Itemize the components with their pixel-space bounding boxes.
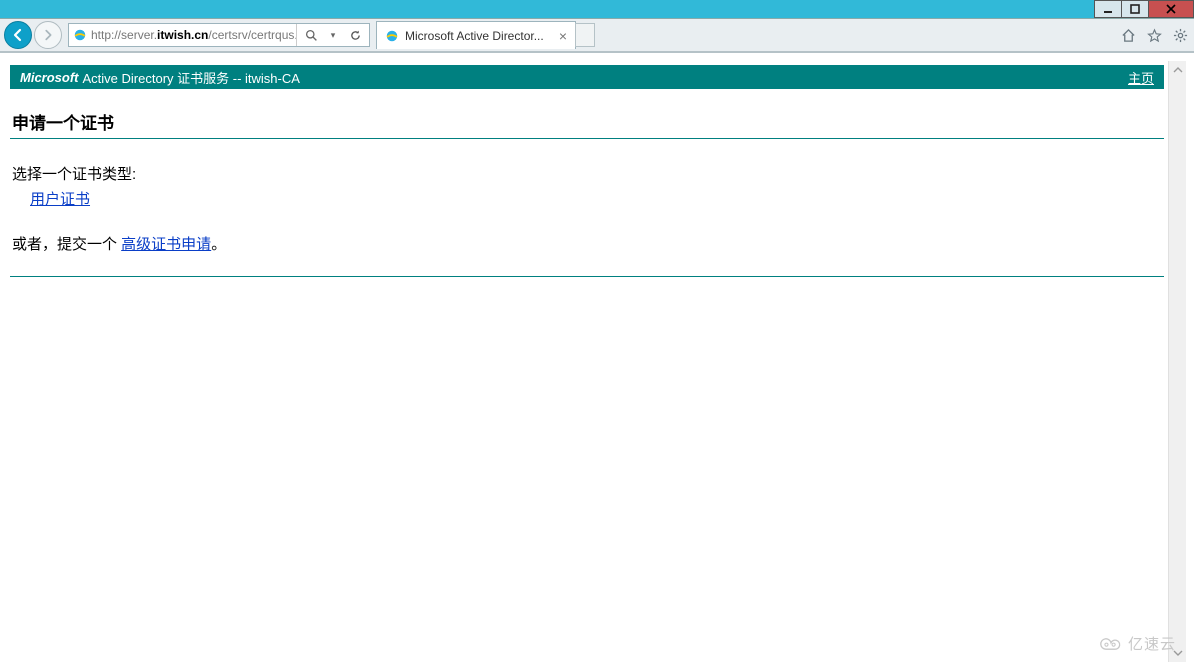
tab-close-icon[interactable]: × <box>559 28 567 44</box>
page-title: 申请一个证书 <box>10 109 1164 139</box>
cert-type-section: 选择一个证书类型: 用户证书 <box>10 163 1164 209</box>
site-icon <box>73 28 87 42</box>
settings-icon[interactable] <box>1172 27 1188 43</box>
refresh-icon[interactable] <box>347 27 363 43</box>
browser-tab[interactable]: Microsoft Active Director... × <box>376 21 576 49</box>
tab-title: Microsoft Active Director... <box>405 29 553 43</box>
forward-button[interactable] <box>34 21 62 49</box>
dropdown-icon[interactable]: ▾ <box>325 27 341 43</box>
window-title-bar <box>0 0 1194 18</box>
home-link[interactable]: 主页 <box>1128 68 1154 87</box>
advanced-request-link[interactable]: 高级证书申请 <box>121 236 211 253</box>
main-content: 申请一个证书 选择一个证书类型: 用户证书 或者，提交一个 高级证书申请。 <box>10 109 1164 277</box>
search-icon[interactable] <box>303 27 319 43</box>
back-button[interactable] <box>4 21 32 49</box>
watermark: 亿速云 <box>1098 633 1176 654</box>
page-viewport: Microsoft Active Directory 证书服务 -- itwis… <box>0 52 1194 670</box>
browser-navbar: http://server.itwish.cn/certsrv/certrqus… <box>0 18 1194 52</box>
home-icon[interactable] <box>1120 27 1136 43</box>
or-suffix: 。 <box>211 236 226 253</box>
select-label: 选择一个证书类型: <box>12 163 1164 184</box>
scroll-up-icon[interactable] <box>1169 61 1186 79</box>
favorites-icon[interactable] <box>1146 27 1162 43</box>
minimize-button[interactable] <box>1094 0 1122 18</box>
service-banner: Microsoft Active Directory 证书服务 -- itwis… <box>10 65 1164 89</box>
ie-icon <box>385 29 399 43</box>
address-url: http://server.itwish.cn/certsrv/certrqus… <box>91 28 296 42</box>
close-button[interactable] <box>1148 0 1194 18</box>
vertical-scrollbar[interactable] <box>1168 61 1186 662</box>
user-cert-link[interactable]: 用户证书 <box>30 188 90 209</box>
address-bar[interactable]: http://server.itwish.cn/certsrv/certrqus… <box>68 23 370 47</box>
advanced-section: 或者，提交一个 高级证书申请。 <box>10 233 1164 254</box>
maximize-button[interactable] <box>1121 0 1149 18</box>
service-label: Active Directory 证书服务 -- itwish-CA <box>83 68 300 87</box>
divider <box>10 276 1164 277</box>
new-tab-button[interactable] <box>575 23 595 47</box>
or-prefix: 或者，提交一个 <box>12 236 121 253</box>
brand-label: Microsoft <box>20 70 79 85</box>
